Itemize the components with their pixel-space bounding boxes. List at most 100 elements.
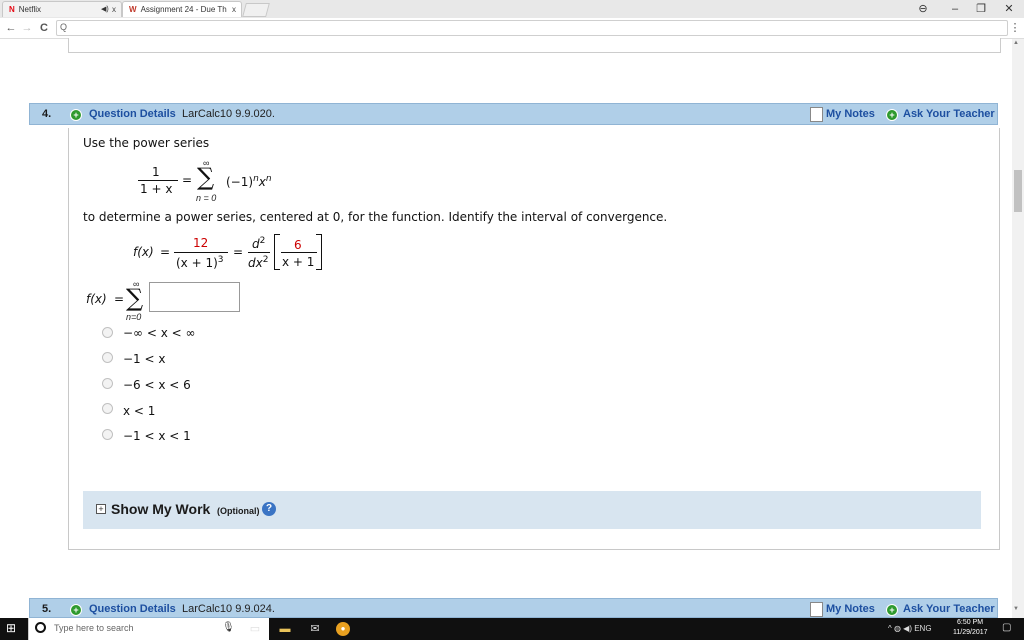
fraction-bar <box>174 252 228 253</box>
forward-arrow-icon[interactable]: → <box>20 20 34 36</box>
fraction-bar <box>138 180 178 181</box>
chrome-icon[interactable]: ● <box>336 622 350 636</box>
equals-sign: = <box>233 245 244 259</box>
search-icon: Q <box>60 22 68 32</box>
question-reference: LarCalc10 9.9.024. <box>182 603 275 615</box>
help-icon[interactable]: ? <box>262 502 276 516</box>
dx-symbol: dx <box>248 256 263 270</box>
optional-label: (Optional) <box>217 506 260 516</box>
back-arrow-icon[interactable]: ← <box>4 20 18 36</box>
derivative-denominator: dx2 <box>248 255 268 270</box>
denominator-base: (x + 1) <box>176 256 218 270</box>
option-radio-3[interactable] <box>102 378 113 389</box>
option-label-5: −1 < x < 1 <box>123 429 191 443</box>
system-tray[interactable]: ^ ◍ ◀) ENG <box>888 620 932 638</box>
plus-icon[interactable]: + <box>70 109 82 121</box>
d-exponent: 2 <box>259 236 266 246</box>
close-window-button[interactable]: ✕ <box>994 0 1024 18</box>
notes-icon[interactable] <box>810 602 823 617</box>
plus-icon[interactable]: + <box>886 109 898 121</box>
scroll-up-icon[interactable]: ▲ <box>1013 40 1019 46</box>
answer-function-name: f(x) <box>86 292 107 306</box>
netflix-icon: N <box>9 5 15 14</box>
inner-numerator: 6 <box>294 238 302 252</box>
mail-icon[interactable]: ✉ <box>306 620 324 638</box>
option-label-1: −∞ < x < ∞ <box>123 326 196 340</box>
windows-start-icon[interactable]: ⊞ <box>6 621 16 635</box>
profile-icon[interactable]: ⊖ <box>908 0 938 18</box>
question-details-link[interactable]: Question Details <box>89 108 176 120</box>
notification-icon[interactable]: ▢ <box>1002 622 1011 633</box>
question-details-link[interactable]: Question Details <box>89 603 176 615</box>
option-radio-1[interactable] <box>102 327 113 338</box>
right-bracket <box>316 234 322 270</box>
question-reference: LarCalc10 9.9.020. <box>182 108 275 120</box>
option-radio-4[interactable] <box>102 403 113 414</box>
task-view-icon[interactable]: ▭ <box>246 620 264 638</box>
tab-netflix[interactable]: N Netflix ◀) x <box>2 1 122 17</box>
microphone-icon[interactable]: 🎙 <box>222 622 235 633</box>
option-label-4: x < 1 <box>123 404 156 418</box>
option-label-2: −1 < x <box>123 352 166 366</box>
sigma-lower-limit: n=0 <box>126 312 142 322</box>
ask-teacher-link[interactable]: Ask Your Teacher <box>903 603 995 615</box>
language-indicator[interactable]: ENG <box>914 624 931 633</box>
expand-icon[interactable]: + <box>96 504 106 514</box>
webassign-icon: W <box>129 5 137 14</box>
tab-label: Assignment 24 - Due Th <box>140 5 227 14</box>
show-my-work-label[interactable]: Show My Work <box>111 501 210 517</box>
new-tab-button[interactable] <box>242 3 270 17</box>
ask-teacher-link[interactable]: Ask Your Teacher <box>903 108 995 120</box>
series-lhs-denominator: 1 + x <box>140 182 173 196</box>
inner-denominator: x + 1 <box>282 255 315 269</box>
taskbar-search-placeholder: Type here to search <box>54 623 134 633</box>
d-symbol: d <box>252 237 260 251</box>
sigma-symbol: ∑ <box>197 163 215 191</box>
question-instruction: to determine a power series, centered at… <box>83 210 668 224</box>
clock-time[interactable]: 6:50 PM <box>957 619 983 626</box>
restore-button[interactable]: ❐ <box>966 0 996 18</box>
question-number: 4. <box>42 108 52 120</box>
left-bracket <box>274 234 280 270</box>
question-body <box>68 128 1000 550</box>
series-term: (−1)nxn <box>226 174 272 189</box>
plus-icon[interactable]: + <box>70 604 82 616</box>
scrollbar[interactable] <box>1012 39 1024 618</box>
equals-sign: = <box>160 245 171 259</box>
option-radio-2[interactable] <box>102 352 113 363</box>
plus-icon[interactable]: + <box>886 604 898 616</box>
question-prompt: Use the power series <box>83 136 210 150</box>
reload-icon[interactable]: C <box>37 20 51 36</box>
my-notes-link[interactable]: My Notes <box>826 603 875 615</box>
fraction-bar <box>281 252 317 253</box>
file-explorer-icon[interactable]: ▬ <box>276 620 294 638</box>
series-term-x-exponent: n <box>265 174 272 184</box>
fraction-bar <box>248 252 270 253</box>
series-term-x: x <box>258 175 266 189</box>
clock-date[interactable]: 11/29/2017 <box>953 629 988 636</box>
tab-close-icon[interactable]: x <box>232 2 236 17</box>
previous-question-bottom <box>68 38 1001 53</box>
scroll-down-icon[interactable]: ▼ <box>1013 606 1019 612</box>
tab-assignment[interactable]: W Assignment 24 - Due Th x <box>122 1 242 17</box>
sigma-lower-limit: n = 0 <box>196 193 217 203</box>
audio-icon[interactable]: ◀) <box>101 2 109 17</box>
option-radio-5[interactable] <box>102 429 113 440</box>
function-name: f(x) <box>133 245 154 259</box>
my-notes-link[interactable]: My Notes <box>826 108 875 120</box>
answer-input[interactable] <box>149 282 240 312</box>
tab-close-icon[interactable]: x <box>112 2 116 17</box>
function-denominator: (x + 1)3 <box>176 255 224 270</box>
notes-icon[interactable] <box>810 107 823 122</box>
denominator-exponent: 3 <box>217 255 224 265</box>
series-lhs-numerator: 1 <box>152 165 160 179</box>
option-label-3: −6 < x < 6 <box>123 378 191 392</box>
sigma-symbol: ∑ <box>126 284 144 312</box>
derivative-numerator: d2 <box>252 236 265 251</box>
menu-icon[interactable]: ⋮ <box>1008 20 1022 36</box>
dx-exponent: 2 <box>262 255 269 265</box>
equals-sign: = <box>182 173 193 187</box>
scrollbar-thumb[interactable] <box>1014 170 1022 212</box>
address-bar[interactable] <box>56 20 1008 36</box>
cortana-icon[interactable] <box>35 622 46 633</box>
